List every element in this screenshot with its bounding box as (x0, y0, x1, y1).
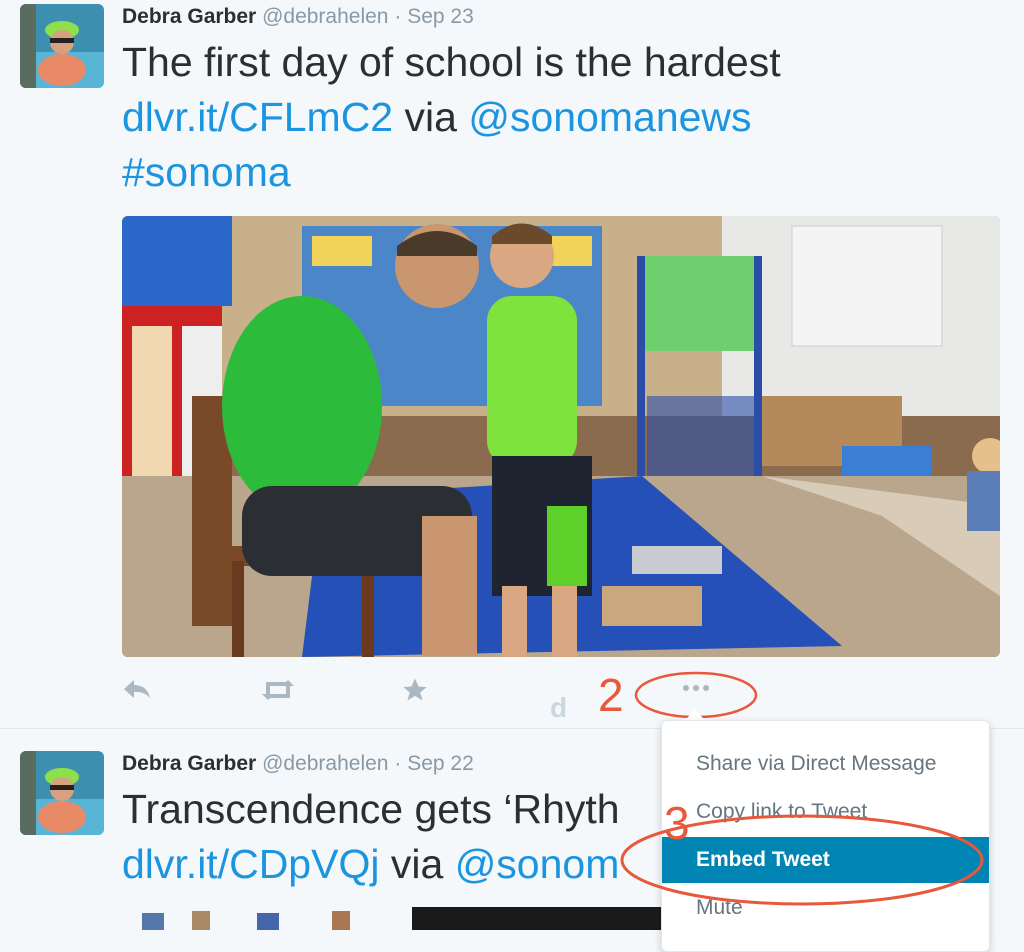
tweet-header: Debra Garber @debrahelen · Sep 22 (122, 752, 474, 776)
menu-item-share-dm[interactable]: Share via Direct Message (662, 741, 989, 787)
tweet-link[interactable]: dlvr.it/CFLmC2 (122, 94, 393, 140)
separator: · (394, 5, 402, 28)
annotation-ellipse-embed (620, 814, 984, 906)
annotation-step-2: 2 (598, 669, 624, 721)
mention-link[interactable]: @sonomanews (468, 94, 751, 140)
username[interactable]: @debrahelen (262, 752, 388, 775)
fullname[interactable]: Debra Garber (122, 752, 256, 775)
star-icon[interactable] (400, 676, 430, 711)
tweet-text-plain: Transcendence gets ‘Rhyth (122, 786, 620, 832)
reply-icon[interactable] (122, 678, 152, 709)
timestamp[interactable]: Sep 23 (407, 5, 474, 28)
username[interactable]: @debrahelen (262, 5, 388, 28)
via-text: via (404, 94, 457, 140)
more-dot (693, 685, 699, 691)
separator: · (394, 752, 402, 775)
tweet-text-plain: The first day of school is the hardest (122, 39, 781, 85)
more-dot (683, 685, 689, 691)
more-dot (703, 685, 709, 691)
tweet-link[interactable]: dlvr.it/CDpVQj (122, 841, 379, 887)
timestamp[interactable]: Sep 22 (407, 752, 474, 775)
via-text: via (390, 841, 444, 887)
tweet-header: Debra Garber @debrahelen · Sep 23 (122, 5, 474, 29)
tweet-text: The first day of school is the hardest d… (122, 35, 1002, 200)
fullname[interactable]: Debra Garber (122, 5, 256, 28)
stray-letter: d (550, 692, 568, 723)
mention-link[interactable]: @sonom (455, 841, 620, 887)
avatar[interactable] (20, 4, 104, 88)
more-dots-icon[interactable] (676, 676, 716, 700)
tweet-photo-partial[interactable] (122, 907, 662, 930)
tweet-photo[interactable] (122, 216, 1000, 657)
tweet-1[interactable]: Debra Garber @debrahelen · Sep 23 The fi… (0, 0, 1024, 728)
hashtag-link[interactable]: #sonoma (122, 149, 291, 195)
avatar[interactable] (20, 751, 104, 835)
retweet-icon[interactable] (260, 678, 296, 709)
